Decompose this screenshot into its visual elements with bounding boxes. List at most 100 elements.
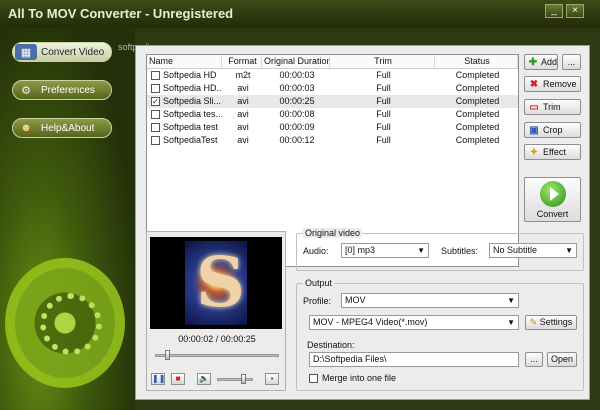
nav-convert-video[interactable]: ▦ Convert Video (12, 42, 112, 62)
add-more-button[interactable]: ... (562, 54, 581, 70)
row-checkbox[interactable] (151, 71, 160, 80)
chevron-down-icon: ▼ (417, 246, 425, 255)
table-row[interactable]: Softpedia HD... avi 00:00:03 Full Completed (147, 82, 518, 95)
row-checkbox[interactable]: ✓ (151, 97, 160, 106)
nav-help-about[interactable]: ☻ Help&About (12, 118, 112, 138)
cell-duration: 00:00:08 (279, 109, 315, 119)
table-row[interactable]: SoftpediaTest avi 00:00:12 Full Completed (147, 134, 518, 147)
remove-label: Remove (543, 79, 577, 89)
cell-status: Completed (455, 109, 500, 119)
profile-value: MOV (345, 295, 366, 305)
cell-name: Softpedia HD (147, 69, 222, 82)
cell-trim: Full (376, 83, 391, 93)
settings-button[interactable]: ✎ Settings (525, 315, 577, 330)
remove-button[interactable]: ✖ Remove (524, 76, 581, 92)
file-name: Softpedia HD... (163, 83, 222, 93)
subtitles-value: No Subtitle (493, 245, 538, 255)
effect-button[interactable]: ✦ Effect (524, 144, 581, 160)
profile-label: Profile: (303, 296, 332, 306)
volume-handle[interactable] (241, 374, 247, 384)
cell-name: Softpedia HD... (147, 82, 222, 95)
original-video-title: Original video (303, 228, 363, 238)
trim-button[interactable]: ▭ Trim (524, 99, 581, 115)
close-button[interactable]: × (566, 4, 584, 18)
preview-panel: 00:00:02 / 00:00:25 ❚❚ ■ 🔈 ▪ (146, 231, 286, 391)
subtitles-select[interactable]: No Subtitle ▼ (489, 243, 577, 258)
subtitles-label: Subtitles: (441, 246, 479, 256)
trim-icon: ▭ (529, 101, 539, 113)
format-select[interactable]: MOV - MPEG4 Video(*.mov) ▼ (309, 315, 519, 330)
pencil-icon: ✎ (529, 317, 538, 327)
pause-button[interactable]: ❚❚ (151, 373, 165, 385)
file-name: Softpedia HD (163, 70, 217, 80)
output-title: Output (303, 278, 335, 288)
cell-trim: Full (376, 122, 391, 132)
merge-option[interactable]: Merge into one file (309, 373, 396, 383)
header-name[interactable]: Name (147, 55, 222, 68)
row-checkbox[interactable] (151, 110, 160, 119)
table-row[interactable]: Softpedia tes... avi 00:00:08 Full Completed (147, 108, 518, 121)
file-name: Softpedia tes... (163, 109, 222, 119)
header-duration[interactable]: Original Duration (262, 55, 330, 68)
cell-name: Softpedia tes... (147, 108, 222, 121)
cell-name: SoftpediaTest (147, 134, 222, 147)
row-checkbox[interactable] (151, 123, 160, 132)
camera-icon: ▪ (270, 374, 274, 383)
crop-label: Crop (543, 125, 563, 135)
seek-slider[interactable] (155, 350, 279, 360)
cell-trim: Full (376, 135, 391, 145)
add-icon: ✚ (528, 56, 538, 68)
profile-select[interactable]: MOV ▼ (341, 293, 519, 308)
crop-button[interactable]: ▣ Crop (524, 122, 581, 138)
cell-name: ✓ Softpedia Sli... (147, 95, 222, 108)
cell-format: avi (237, 122, 249, 132)
audio-select[interactable]: [0] mp3 ▼ (341, 243, 429, 258)
snapshot-button[interactable]: ▪ (265, 373, 279, 385)
cell-trim: Full (376, 70, 391, 80)
cell-duration: 00:00:03 (279, 70, 315, 80)
stop-icon: ■ (175, 374, 181, 383)
open-button[interactable]: Open (547, 352, 577, 367)
header-trim[interactable]: Trim (330, 55, 435, 68)
nav-label: Convert Video (41, 46, 105, 58)
row-checkbox[interactable] (151, 84, 160, 93)
timecode: 00:00:02 / 00:00:25 (178, 334, 256, 344)
destination-label: Destination: (307, 340, 355, 350)
merge-checkbox[interactable] (309, 373, 318, 383)
audio-label: Audio: (303, 246, 329, 256)
row-checkbox[interactable] (151, 136, 160, 145)
format-value: MOV - MPEG4 Video(*.mov) (313, 317, 428, 327)
header-format[interactable]: Format (222, 55, 262, 68)
table-row[interactable]: Softpedia test avi 00:00:09 Full Completed (147, 121, 518, 134)
audio-value: [0] mp3 (345, 245, 376, 255)
header-status[interactable]: Status (435, 55, 518, 68)
file-name: Softpedia test (163, 122, 219, 132)
effect-icon: ✦ (529, 146, 539, 158)
list-header: Name Format Original Duration Trim Statu… (147, 55, 518, 69)
volume-slider[interactable] (217, 374, 253, 384)
cell-format: avi (237, 83, 249, 93)
cell-status: Completed (455, 96, 500, 106)
preview-frame-image (185, 241, 247, 325)
destination-field[interactable]: D:\Softpedia Files\ (309, 352, 519, 367)
volume-button[interactable]: 🔈 (197, 373, 211, 385)
table-row[interactable]: ✓ Softpedia Sli... avi 00:00:25 Full Complete… (147, 95, 518, 108)
minimize-button[interactable]: _ (545, 4, 563, 18)
table-row[interactable]: Softpedia HD m2t 00:00:03 Full Completed (147, 69, 518, 82)
film-icon: ▦ (15, 44, 37, 60)
seek-handle[interactable] (165, 350, 171, 360)
convert-button[interactable]: Convert (524, 177, 581, 222)
stop-button[interactable]: ■ (171, 373, 185, 385)
trim-label: Trim (543, 102, 561, 112)
file-name: Softpedia Sli... (163, 96, 222, 106)
film-reel-logo (5, 258, 125, 388)
gear-icon: ⚙ (21, 84, 31, 97)
browse-button[interactable]: ... (525, 352, 543, 367)
add-button[interactable]: ✚ Add (524, 54, 558, 70)
chevron-down-icon: ▼ (507, 318, 515, 327)
cell-status: Completed (455, 135, 500, 145)
cell-duration: 00:00:03 (279, 83, 315, 93)
add-label: Add (540, 57, 557, 67)
nav-preferences[interactable]: ⚙ Preferences (12, 80, 112, 100)
nav-label: Preferences (41, 84, 95, 96)
